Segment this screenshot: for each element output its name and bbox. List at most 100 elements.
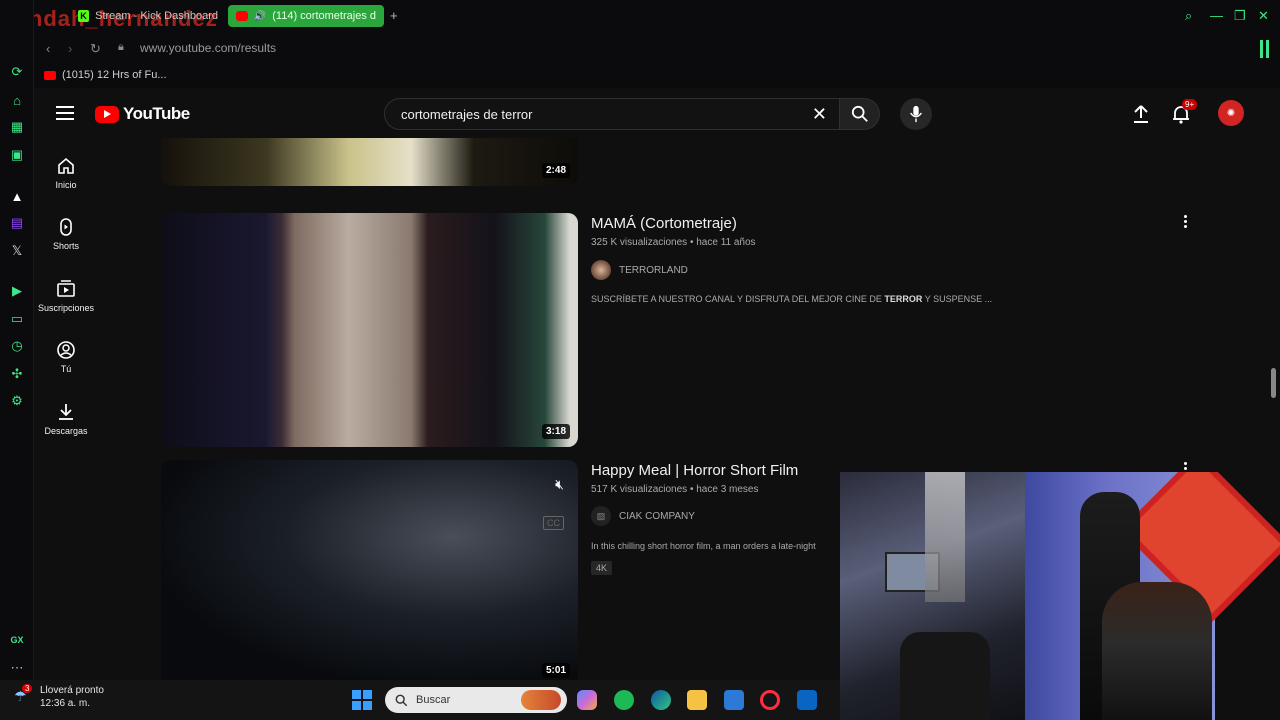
youtube-logo[interactable]: YouTube <box>95 104 190 124</box>
weather-widget[interactable]: ☂ 3 Lloverá pronto 12:36 a. m. <box>14 684 104 710</box>
channel-link[interactable]: ▧ CIAK COMPANY <box>591 506 695 526</box>
tab-label: Stream - Kick Dashboard <box>95 10 218 22</box>
weather-time: 12:36 a. m. <box>40 698 91 709</box>
weather-title: Lloverá pronto <box>40 685 104 696</box>
taskbar-search[interactable]: Buscar <box>385 687 567 713</box>
screen: Pandah_hernandez ◯ K Stream - Kick Dashb… <box>0 0 1280 720</box>
rain-cloud-icon: ☂ 3 <box>14 684 33 706</box>
url-field[interactable]: www.youtube.com/results <box>140 41 276 55</box>
search-icon <box>395 694 408 706</box>
guide-label: Shorts <box>52 241 79 251</box>
aria-icon[interactable]: ▲ <box>9 188 25 204</box>
video-title-link[interactable]: Happy Meal | Horror Short Film <box>591 462 798 479</box>
voice-search-button[interactable] <box>900 98 932 130</box>
spotify-icon[interactable] <box>614 690 634 710</box>
browser-tab-bar: Pandah_hernandez ◯ K Stream - Kick Dashb… <box>0 0 1280 32</box>
channel-avatar <box>591 260 611 280</box>
file-explorer-icon[interactable] <box>687 690 707 710</box>
player-icon[interactable]: ▶ <box>9 283 25 299</box>
back-button[interactable]: ‹ <box>46 41 50 56</box>
upload-age: hace 11 años <box>696 237 756 248</box>
youtube-favicon-icon <box>44 70 56 80</box>
address-bar: ‹ › ↻ 🔒︎ www.youtube.com/results <box>34 32 1280 64</box>
more-options-icon[interactable]: ⋯ <box>9 660 25 676</box>
weather-text: Lloverá pronto 12:36 a. m. <box>40 684 104 710</box>
search-button[interactable] <box>840 98 880 130</box>
download-icon <box>59 404 73 420</box>
video-thumbnail[interactable]: 3:18 <box>161 213 578 447</box>
opera-gx-taskbar-icon[interactable] <box>760 690 780 710</box>
video-description: SUSCRÍBETE A NUESTRO CANAL Y DISFRUTA DE… <box>591 294 992 304</box>
youtube-favicon-icon <box>236 11 248 21</box>
guide-item-shorts[interactable]: Shorts <box>34 217 98 251</box>
cleaner-icon[interactable]: ▦ <box>9 119 25 135</box>
gx-control-sidebar-icon[interactable]: ⌂ <box>9 92 25 108</box>
mute-icon[interactable]: 🔇︎ <box>555 476 564 493</box>
video-title-link[interactable]: MAMÁ (Cortometraje) <box>591 215 737 232</box>
search-icon <box>851 105 868 122</box>
channel-link[interactable]: TERRORLAND <box>591 260 688 280</box>
gx-sidebar: ⟳ ⌂ ▦ ▣ ▲ ▤ 𝕏 ▶ ▭ ◷ ✣ ⚙ GX ⋯ <box>0 0 34 720</box>
create-upload-button[interactable] <box>1132 104 1150 129</box>
quality-badge: 4K <box>591 561 613 575</box>
close-window-button[interactable]: ✕ <box>1258 8 1269 24</box>
twitch-icon[interactable]: ▤ <box>9 215 25 231</box>
search-input[interactable]: cortometrajes de terror ✕ <box>384 98 840 130</box>
guide-label: Suscripciones <box>37 303 95 313</box>
webcam-skeleton <box>925 472 965 602</box>
webcam-chair <box>900 632 990 720</box>
video-menu-button[interactable] <box>1182 215 1188 228</box>
copilot-icon[interactable] <box>577 690 597 710</box>
tab-kick-dashboard[interactable]: K Stream - Kick Dashboard <box>70 5 226 27</box>
menu-hamburger-icon[interactable] <box>56 106 74 120</box>
shorts-icon <box>60 218 72 236</box>
history-icon[interactable]: ◷ <box>9 338 25 354</box>
bookmarks-bar: (1015) 12 Hrs of Fu... <box>34 64 1280 88</box>
outlook-icon[interactable] <box>797 690 817 710</box>
guide-item-subscriptions[interactable]: Suscripciones <box>34 279 98 313</box>
description-highlight: TERROR <box>884 294 923 304</box>
guide-item-home[interactable]: Inicio <box>34 156 98 190</box>
refresh-feed-icon[interactable]: ⟳ <box>9 64 25 80</box>
minimize-button[interactable]: — <box>1210 8 1223 23</box>
video-description: In this chilling short horror film, a ma… <box>591 541 816 551</box>
account-avatar[interactable]: ✺ <box>1218 100 1244 126</box>
x-twitter-icon[interactable]: 𝕏 <box>9 243 25 259</box>
windows-start-icon[interactable] <box>352 690 372 710</box>
home-icon <box>58 157 74 174</box>
guide-label: Tú <box>60 364 72 374</box>
search-tabs-icon[interactable]: ⌕ <box>1185 8 1192 24</box>
notifications-button[interactable]: 9+ <box>1172 99 1198 129</box>
forward-button[interactable]: › <box>68 41 72 56</box>
bookmark-label: (1015) 12 Hrs of Fu... <box>62 69 167 81</box>
page-scrollbar[interactable] <box>1271 368 1276 398</box>
video-meta: 325 K visualizaciones • hace 11 años <box>591 237 756 248</box>
guide-label: Inicio <box>55 180 77 190</box>
microsoft-store-icon[interactable] <box>724 690 744 710</box>
bookmark-item[interactable]: (1015) 12 Hrs of Fu... <box>44 69 167 81</box>
video-thumbnail[interactable]: 2:48 <box>161 138 578 186</box>
edge-icon[interactable] <box>651 690 671 710</box>
guide-item-you[interactable]: Tú <box>34 340 98 374</box>
video-thumbnail-preview[interactable]: 🔇︎ CC 5:01 <box>161 460 578 680</box>
webcam-overlay <box>840 472 1280 720</box>
settings-gear-icon[interactable]: ⚙ <box>9 393 25 409</box>
youtube-wordmark: YouTube <box>123 104 190 123</box>
clear-search-icon[interactable]: ✕ <box>812 104 827 125</box>
new-tab-button[interactable]: + <box>390 8 398 23</box>
search-highlight-image <box>521 690 561 710</box>
messenger-icon[interactable]: ▣ <box>9 147 25 163</box>
wallet-icon[interactable]: ▭ <box>9 311 25 327</box>
reload-button[interactable]: ↻ <box>90 41 101 57</box>
channel-avatar: ▧ <box>591 506 611 526</box>
closed-captions-icon[interactable]: CC <box>543 516 564 530</box>
guide-item-downloads[interactable]: Descargas <box>34 402 98 436</box>
gx-control-icon[interactable] <box>1260 40 1272 58</box>
speaker-icon[interactable]: 🔊 <box>254 11 266 22</box>
restore-button[interactable]: ❐ <box>1234 8 1246 24</box>
upload-age: hace 3 meses <box>696 484 759 495</box>
extensions-icon[interactable]: ✣ <box>9 366 25 382</box>
tab-youtube-results[interactable]: 🔊 (114) cortometrajes d <box>228 5 384 27</box>
lock-icon: 🔒︎ <box>118 41 124 53</box>
channel-name: CIAK COMPANY <box>619 510 695 522</box>
